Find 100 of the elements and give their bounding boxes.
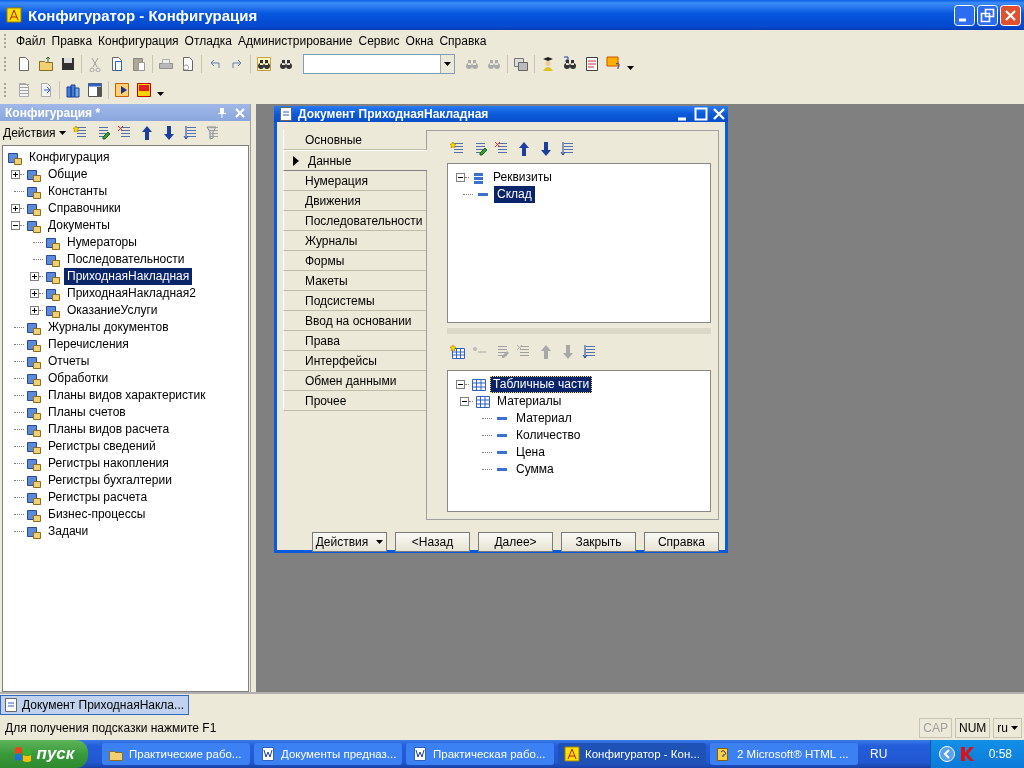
caret-icon[interactable] bbox=[376, 540, 384, 544]
expand-box-icon[interactable] bbox=[30, 306, 39, 315]
tree-item[interactable]: Материалы bbox=[494, 393, 565, 410]
windows-icon[interactable] bbox=[513, 56, 529, 72]
menu-item[interactable]: Файл bbox=[13, 34, 49, 48]
menu-item[interactable]: Отладка bbox=[181, 34, 236, 48]
expand-box-icon[interactable] bbox=[11, 204, 20, 213]
binoculars-icon[interactable] bbox=[256, 56, 272, 72]
dialog-button[interactable]: Далее> bbox=[478, 532, 553, 552]
app-badge-icon[interactable] bbox=[136, 82, 152, 98]
caret-icon[interactable] bbox=[444, 62, 451, 66]
tree-item[interactable]: Табличные части bbox=[490, 376, 593, 393]
window-tab[interactable]: Документ ПриходнаяНакла... bbox=[0, 695, 190, 715]
tree-item[interactable]: Планы счетов bbox=[45, 404, 129, 421]
dialog-button[interactable]: <Назад bbox=[395, 532, 470, 552]
tree-item[interactable]: Перечисления bbox=[45, 336, 132, 353]
caret-icon[interactable] bbox=[58, 131, 66, 135]
menu-item[interactable]: Конфигурация bbox=[95, 34, 182, 48]
section-tab[interactable]: Прочее bbox=[283, 391, 426, 411]
tree-item[interactable]: Сумма bbox=[513, 461, 557, 478]
actions-button[interactable]: Действия bbox=[312, 532, 387, 552]
open-folder-icon[interactable] bbox=[38, 56, 54, 72]
section-tab[interactable]: Интерфейсы bbox=[283, 351, 426, 371]
tree-item[interactable]: Журналы документов bbox=[45, 319, 172, 336]
section-tab[interactable]: Ввод на основании bbox=[283, 311, 426, 331]
restore-button[interactable] bbox=[977, 4, 998, 26]
expand-box-icon[interactable] bbox=[30, 289, 39, 298]
paste-icon[interactable] bbox=[131, 56, 147, 72]
down-arrow-icon[interactable] bbox=[538, 141, 554, 157]
tree-item[interactable]: Планы видов характеристик bbox=[45, 387, 209, 404]
section-tab[interactable]: Макеты bbox=[283, 271, 426, 291]
collapse-box-icon[interactable] bbox=[11, 221, 20, 230]
caret-icon[interactable] bbox=[1011, 726, 1018, 730]
tree-item[interactable]: Нумераторы bbox=[64, 234, 140, 251]
preview-icon[interactable] bbox=[180, 56, 196, 72]
save-icon[interactable] bbox=[60, 56, 76, 72]
copy-icon[interactable] bbox=[109, 56, 125, 72]
actions-menu[interactable]: Действия bbox=[3, 126, 66, 140]
dialog-button[interactable]: Закрыть bbox=[561, 532, 636, 552]
tree-item[interactable]: Регистры сведений bbox=[45, 438, 159, 455]
sort-icon[interactable] bbox=[182, 125, 199, 141]
section-tab[interactable]: Обмен данными bbox=[283, 371, 426, 391]
new-document-icon[interactable] bbox=[16, 56, 32, 72]
section-tab[interactable]: Формы bbox=[283, 251, 426, 271]
overflow-caret-icon[interactable] bbox=[627, 66, 634, 70]
taskbar-button[interactable]: Конфигуратор - Кон... bbox=[558, 743, 706, 765]
tree-item[interactable]: Бизнес-процессы bbox=[45, 506, 149, 523]
tree-item[interactable]: Последовательности bbox=[64, 251, 188, 268]
tree-item[interactable]: Количество bbox=[513, 427, 584, 444]
taskbar-button[interactable]: Практическая рабо... bbox=[406, 743, 554, 765]
sort-icon[interactable] bbox=[560, 141, 576, 157]
tree-item[interactable]: ПриходнаяНакладная bbox=[64, 268, 193, 285]
taskbar-button[interactable]: 2 Microsoft® HTML ... bbox=[710, 743, 858, 765]
figure-icon[interactable] bbox=[540, 56, 556, 72]
expand-box-icon[interactable] bbox=[11, 170, 20, 179]
expand-box-icon[interactable] bbox=[30, 272, 39, 281]
document-list-icon[interactable] bbox=[584, 56, 600, 72]
tree-item[interactable]: Склад bbox=[494, 186, 535, 203]
close-button[interactable] bbox=[1000, 4, 1021, 26]
dialog-button[interactable]: Справка bbox=[644, 532, 719, 552]
maximize-button[interactable] bbox=[694, 107, 708, 121]
menu-item[interactable]: Сервис bbox=[355, 34, 403, 48]
start-button[interactable]: пуск bbox=[0, 740, 88, 768]
sort-icon[interactable] bbox=[582, 344, 598, 360]
add-table-icon[interactable] bbox=[450, 344, 466, 360]
menu-item[interactable]: Правка bbox=[48, 34, 96, 48]
menu-item[interactable]: Окна bbox=[402, 34, 437, 48]
close-button[interactable] bbox=[712, 107, 726, 121]
help-binoculars-icon[interactable] bbox=[562, 56, 578, 72]
tree-item[interactable]: Документы bbox=[45, 217, 113, 234]
tree-item[interactable]: Реквизиты bbox=[490, 169, 555, 186]
tree-item[interactable]: Цена bbox=[513, 444, 548, 461]
tree-item[interactable]: ОказаниеУслуги bbox=[64, 302, 161, 319]
tree-item[interactable]: Регистры бухгалтерии bbox=[45, 472, 175, 489]
printer-icon[interactable] bbox=[158, 56, 174, 72]
tree-item[interactable]: Отчеты bbox=[45, 353, 93, 370]
section-tab[interactable]: Подсистемы bbox=[283, 291, 426, 311]
tree-item[interactable]: Обработки bbox=[45, 370, 112, 387]
menu-item[interactable]: Справка bbox=[436, 34, 490, 48]
tree-item[interactable]: Задачи bbox=[45, 523, 92, 540]
document-icon[interactable] bbox=[38, 82, 54, 98]
overflow-caret-icon[interactable] bbox=[157, 92, 164, 96]
search-combo-field[interactable] bbox=[303, 54, 455, 74]
language-indicator[interactable]: RU bbox=[870, 747, 888, 761]
tree-item[interactable]: Планы видов расчета bbox=[45, 421, 173, 438]
tree-item[interactable]: Конфигурация bbox=[26, 149, 113, 166]
taskbar-button[interactable]: Практические рабо... bbox=[102, 743, 250, 765]
section-tab[interactable]: Последовательности bbox=[283, 211, 426, 231]
collapse-box-icon[interactable] bbox=[460, 397, 469, 406]
tree-item[interactable]: Справочники bbox=[45, 200, 124, 217]
tree-item[interactable]: Регистры накопления bbox=[45, 455, 172, 472]
collapse-box-icon[interactable] bbox=[456, 380, 465, 389]
minimize-button[interactable] bbox=[954, 4, 975, 26]
section-tab[interactable]: Данные bbox=[283, 150, 427, 171]
taskbar-button[interactable]: Документы предназ... bbox=[254, 743, 402, 765]
play-badge-icon[interactable] bbox=[114, 82, 130, 98]
up-arrow-icon[interactable] bbox=[516, 141, 532, 157]
tree-item[interactable]: Регистры расчета bbox=[45, 489, 151, 506]
section-tab[interactable]: Права bbox=[283, 331, 426, 351]
tree-item[interactable]: Константы bbox=[45, 183, 111, 200]
